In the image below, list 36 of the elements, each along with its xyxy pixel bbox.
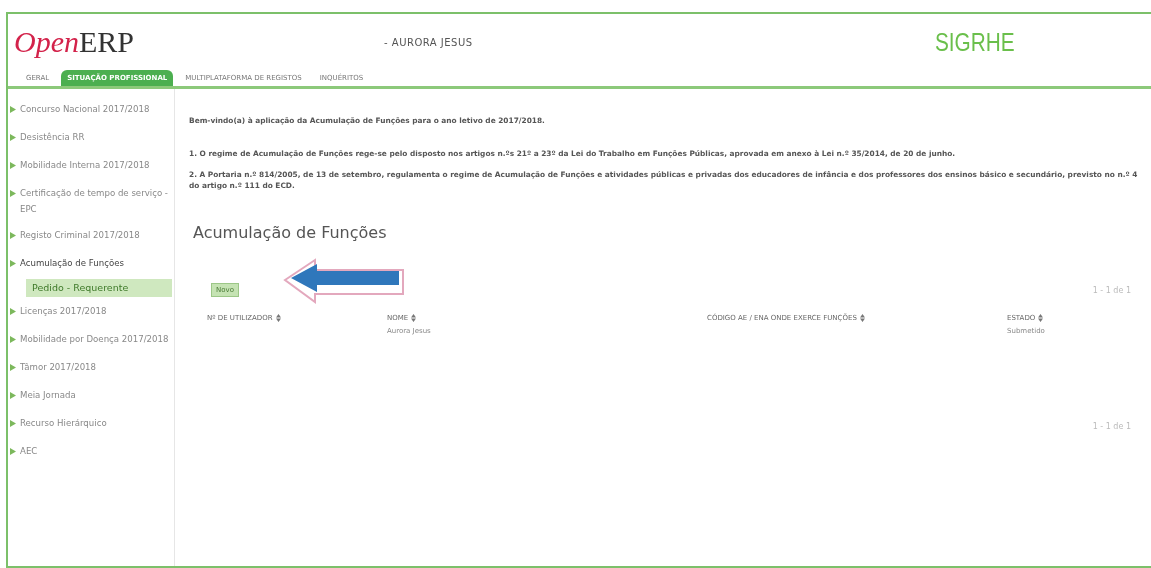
- sidebar-item[interactable]: Registo Criminal 2017/2018: [8, 223, 174, 251]
- caret-icon: [10, 420, 16, 427]
- sort-icon: [275, 314, 281, 322]
- caret-icon: [10, 106, 16, 113]
- sidebar-item[interactable]: Concurso Nacional 2017/2018: [8, 97, 174, 125]
- sidebar-item[interactable]: Certificação de tempo de serviço - EPC: [8, 181, 174, 223]
- section-title: Acumulação de Funções: [193, 223, 388, 242]
- sort-icon: [859, 314, 865, 322]
- caret-icon: [10, 260, 16, 267]
- pager: 1 - 1 de 1: [1092, 422, 1131, 431]
- caret-icon: [10, 134, 16, 141]
- caret-icon: [10, 162, 16, 169]
- caret-icon: [10, 308, 16, 315]
- caret-icon: [10, 392, 16, 399]
- sidebar-subitem[interactable]: Pedido - Requerente: [26, 279, 172, 297]
- sidebar-item[interactable]: Licenças 2017/2018: [8, 299, 174, 327]
- sidebar-item[interactable]: Recurso Hierárquico: [8, 411, 174, 439]
- brand-logo: SIGRHE: [935, 26, 1016, 58]
- sidebar-item[interactable]: Desistência RR: [8, 125, 174, 153]
- sidebar-item[interactable]: Mobilidade por Doença 2017/2018: [8, 327, 174, 355]
- logo-text: Open: [14, 25, 79, 59]
- sidebar-item[interactable]: Tâmor 2017/2018: [8, 355, 174, 383]
- sidebar-item[interactable]: Acumulação de Funções: [8, 251, 174, 279]
- logo-text: ERP: [79, 25, 134, 59]
- caret-icon: [10, 232, 16, 239]
- sidebar-item[interactable]: AEC: [8, 439, 174, 467]
- sort-icon: [411, 314, 417, 322]
- caret-icon: [10, 364, 16, 371]
- caret-icon: [10, 448, 16, 455]
- caret-icon: [10, 190, 16, 197]
- pager: 1 - 1 de 1: [1092, 285, 1131, 295]
- user-name: - AURORA JESUS: [384, 36, 473, 48]
- sidebar-item[interactable]: Meia Jornada: [8, 383, 174, 411]
- sort-icon: [1038, 314, 1044, 322]
- sidebar-item[interactable]: Mobilidade Interna 2017/2018: [8, 153, 174, 181]
- caret-icon: [10, 336, 16, 343]
